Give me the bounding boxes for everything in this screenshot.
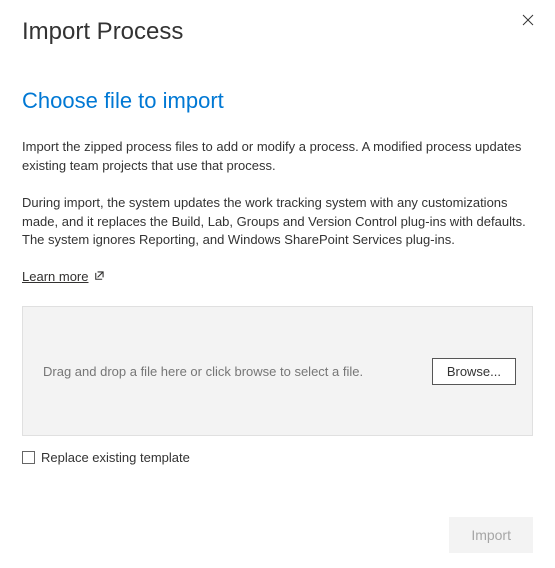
browse-button[interactable]: Browse... <box>432 358 516 385</box>
description-1: Import the zipped process files to add o… <box>22 138 533 176</box>
file-drop-zone[interactable]: Drag and drop a file here or click brows… <box>22 306 533 436</box>
page-title: Import Process <box>22 18 533 46</box>
external-link-icon <box>93 271 104 282</box>
learn-more-link[interactable]: Learn more <box>22 269 104 284</box>
drop-zone-prompt: Drag and drop a file here or click brows… <box>43 364 363 379</box>
replace-template-label[interactable]: Replace existing template <box>41 450 190 465</box>
description-2: During import, the system updates the wo… <box>22 194 533 251</box>
replace-template-checkbox[interactable] <box>22 451 35 464</box>
close-icon <box>522 14 534 26</box>
close-button[interactable] <box>516 8 540 32</box>
section-subtitle: Choose file to import <box>22 88 533 114</box>
import-button[interactable]: Import <box>449 517 533 553</box>
learn-more-label: Learn more <box>22 269 88 284</box>
